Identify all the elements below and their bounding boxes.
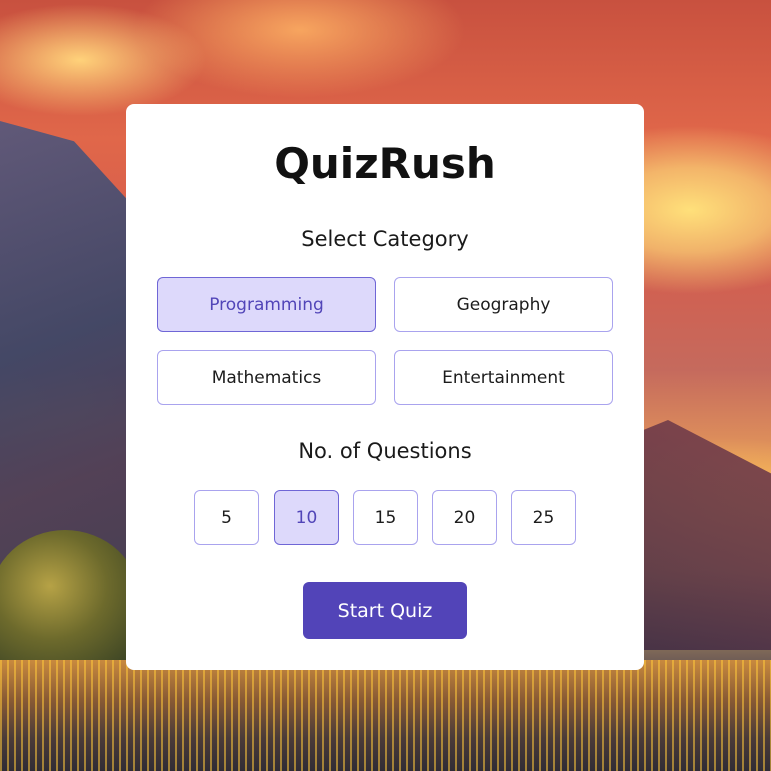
question-count-option-25[interactable]: 25 — [511, 490, 576, 545]
start-quiz-button[interactable]: Start Quiz — [303, 582, 467, 639]
question-count-option-20[interactable]: 20 — [432, 490, 497, 545]
quiz-config-card: QuizRush Select Category Programming Geo… — [126, 104, 644, 670]
app-title: QuizRush — [274, 139, 496, 188]
category-option-programming[interactable]: Programming — [157, 277, 376, 332]
grass-field — [0, 660, 771, 771]
question-count-option-10[interactable]: 10 — [274, 490, 339, 545]
category-heading: Select Category — [301, 227, 469, 251]
category-option-geography[interactable]: Geography — [394, 277, 613, 332]
question-count-heading: No. of Questions — [298, 439, 472, 463]
question-count-option-5[interactable]: 5 — [194, 490, 259, 545]
category-option-mathematics[interactable]: Mathematics — [157, 350, 376, 405]
tree-cluster — [0, 530, 140, 670]
question-count-option-15[interactable]: 15 — [353, 490, 418, 545]
category-option-entertainment[interactable]: Entertainment — [394, 350, 613, 405]
